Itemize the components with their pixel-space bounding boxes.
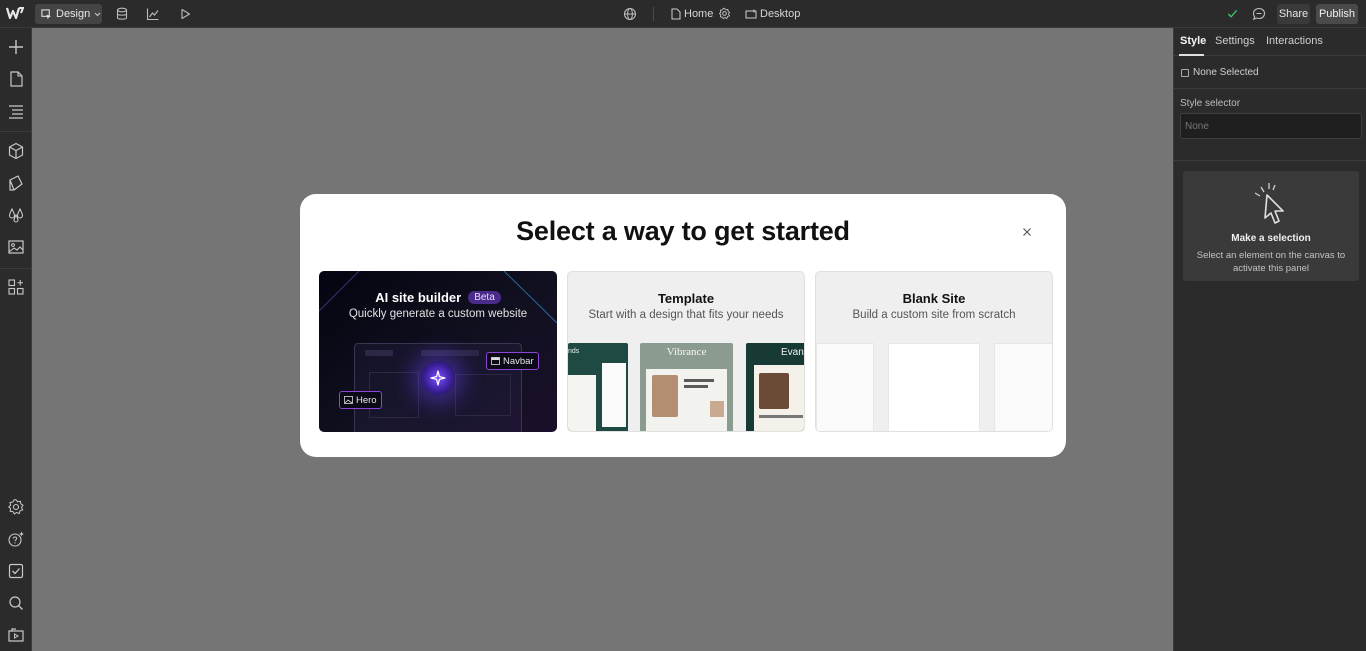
navigator-icon[interactable] (7, 102, 25, 120)
video-tutorials-icon[interactable] (7, 626, 25, 644)
thumb-left-text: nds (568, 348, 580, 355)
globe-icon[interactable] (623, 7, 637, 21)
blank-option-desc: Build a custom site from scratch (852, 309, 1016, 321)
none-selected-label: None Selected (1193, 67, 1259, 78)
style-selector-input[interactable]: None (1180, 113, 1362, 139)
modal-title: Select a way to get started (516, 216, 850, 246)
close-icon[interactable] (1020, 225, 1034, 239)
top-bar: Design Home Desktop Share Publish (0, 0, 1366, 28)
mode-label: Design (56, 8, 91, 20)
thumb-evan-title: Evan (781, 347, 804, 358)
blank-page-left (816, 343, 874, 431)
thumb-vibrance-title: Vibrance (666, 346, 707, 358)
chevron-down-icon (94, 12, 101, 16)
blank-site-option[interactable]: Blank Site Build a custom site from scra… (815, 271, 1053, 432)
hero-chip: Hero (339, 391, 382, 409)
ai-option-desc: Quickly generate a custom website (348, 308, 528, 320)
publish-button[interactable]: Publish (1316, 4, 1358, 24)
analytics-chart-icon[interactable] (146, 7, 160, 21)
search-icon[interactable] (7, 594, 25, 612)
apps-icon[interactable] (7, 278, 25, 296)
panel-tabs: Style Settings Interactions (1174, 28, 1366, 56)
beta-badge: Beta (468, 291, 501, 304)
sparkle-icon (430, 370, 446, 386)
desktop-icon (745, 9, 757, 18)
share-button[interactable]: Share (1277, 4, 1310, 24)
add-elements-plus-icon[interactable] (7, 38, 25, 56)
template-thumb-vibrance: Vibrance (640, 343, 733, 431)
topbar-divider (653, 7, 654, 21)
style-guide-icon[interactable] (7, 174, 25, 192)
rail-divider (0, 131, 32, 132)
page-settings-gear-icon[interactable] (718, 7, 732, 21)
blank-page-right (994, 343, 1052, 431)
tab-interactions[interactable]: Interactions (1266, 35, 1323, 47)
help-ai-icon[interactable] (7, 530, 25, 548)
make-selection-desc: Select an element on the canvas to activ… (1196, 250, 1346, 274)
panel-divider (1174, 88, 1366, 89)
cursor-square-icon (41, 8, 52, 20)
ai-option-title-row: AI site builder Beta (319, 290, 557, 305)
page-icon (671, 8, 681, 20)
rail-divider (0, 268, 32, 269)
variables-drops-icon[interactable] (7, 206, 25, 224)
components-cube-icon[interactable] (7, 142, 25, 160)
blank-page-center (888, 343, 980, 431)
hero-chip-label: Hero (356, 394, 377, 406)
selection-status: None Selected (1181, 67, 1259, 78)
make-selection-title: Make a selection (1231, 233, 1311, 244)
template-option-title: Template (657, 291, 715, 306)
comments-icon[interactable] (1252, 7, 1266, 21)
cms-database-icon[interactable] (115, 7, 129, 21)
breakpoint-selector[interactable]: Desktop (745, 7, 800, 21)
ai-option-title: AI site builder (375, 290, 462, 305)
panel-divider (1174, 160, 1366, 161)
hero-image-icon (344, 396, 353, 404)
left-toolbar (0, 28, 32, 651)
tab-style[interactable]: Style (1180, 35, 1206, 47)
make-selection-card: Make a selection Select an element on th… (1183, 171, 1359, 281)
play-preview-icon[interactable] (178, 7, 192, 21)
audit-checkbox-icon[interactable] (7, 562, 25, 580)
navbar-icon (491, 357, 500, 365)
settings-gear-icon[interactable] (7, 498, 25, 516)
blank-option-title: Blank Site (902, 291, 966, 306)
breakpoint-label: Desktop (760, 8, 801, 20)
page-label: Home (684, 8, 714, 20)
pages-icon[interactable] (7, 70, 25, 88)
template-thumb-evan: Evan (746, 343, 804, 431)
active-tab-indicator (1179, 54, 1204, 56)
checkmark-icon (1226, 7, 1240, 21)
cursor-click-icon (1254, 183, 1284, 224)
template-option-desc: Start with a design that fits your needs (588, 309, 784, 321)
navbar-chip: Navbar (486, 352, 539, 370)
page-selector[interactable]: Home (671, 7, 713, 21)
template-option[interactable]: Template Start with a design that fits y… (567, 271, 805, 432)
right-panel: Style Settings Interactions None Selecte… (1173, 28, 1366, 651)
element-square-icon (1181, 68, 1189, 77)
navbar-chip-label: Navbar (503, 355, 534, 367)
get-started-modal: Select a way to get started AI site buil… (300, 194, 1066, 457)
webflow-logo[interactable] (5, 6, 25, 22)
tab-settings[interactable]: Settings (1215, 35, 1255, 47)
design-mode-button[interactable]: Design (35, 4, 102, 24)
assets-image-icon[interactable] (7, 238, 25, 256)
template-thumb-left: nds (568, 343, 628, 431)
ai-site-builder-option[interactable]: AI site builder Beta Quickly generate a … (319, 271, 557, 432)
style-selector-label: Style selector (1180, 98, 1241, 109)
